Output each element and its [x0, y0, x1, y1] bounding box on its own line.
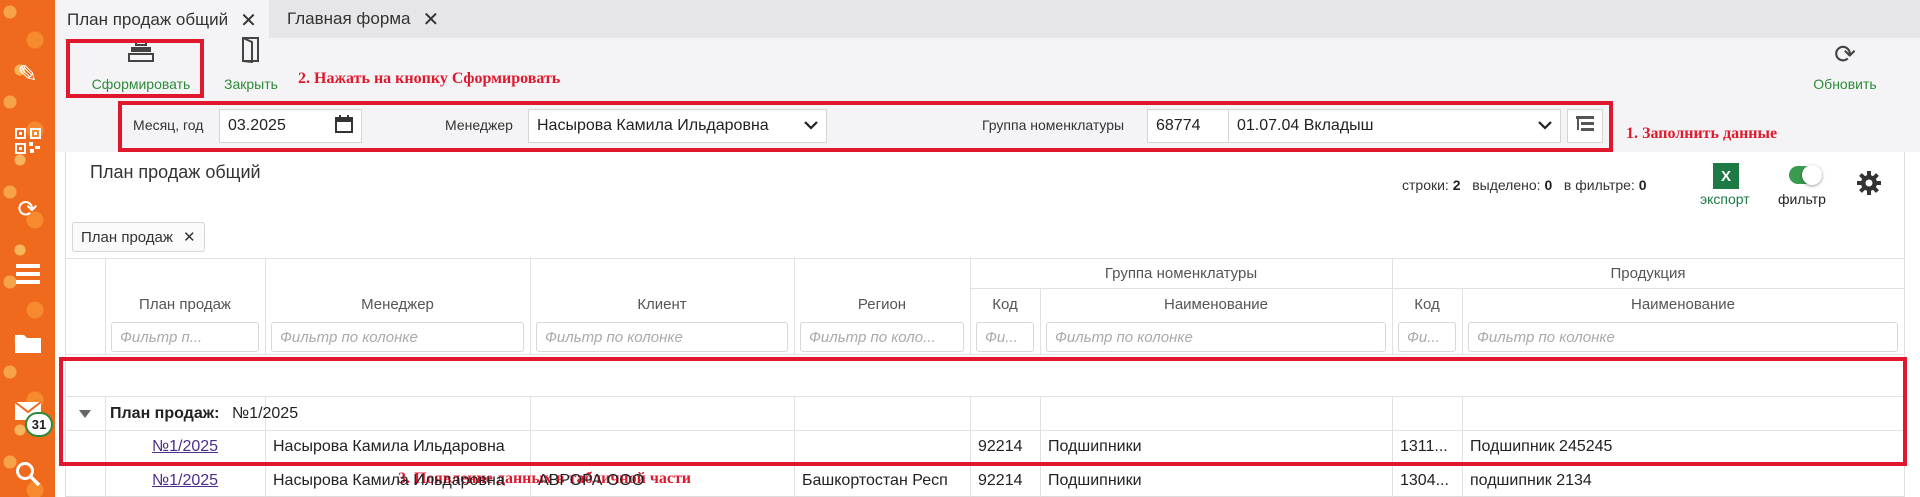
selected-label: выделено: — [1472, 177, 1541, 193]
excel-icon[interactable]: X — [1713, 163, 1739, 189]
rows-label: строки: — [1402, 177, 1449, 193]
close-label: Закрыть — [224, 76, 278, 92]
column-header-manager[interactable]: Менеджер — [265, 296, 530, 313]
close-button[interactable]: Закрыть — [213, 36, 289, 96]
folder-icon[interactable] — [12, 327, 43, 358]
refresh-button[interactable]: ⟳ Обновить — [1800, 38, 1890, 96]
column-header-plan[interactable]: План продаж — [105, 296, 265, 313]
column-filter-input[interactable]: Фи... — [976, 322, 1034, 352]
cell-p-name: подшипник 2134 — [1470, 472, 1592, 489]
column-filter-input[interactable]: Фильтр по коло... — [800, 322, 964, 352]
filter-toggle[interactable] — [1789, 165, 1822, 185]
column-filter-input[interactable]: Фи... — [1398, 322, 1456, 352]
door-icon — [241, 36, 261, 70]
cell-g-name: Подшипники — [1048, 438, 1142, 455]
group-row-value: №1/2025 — [232, 405, 299, 422]
tab-label: План продаж общий — [67, 10, 229, 29]
annotation-step1: 1. Заполнить данные — [1626, 125, 1778, 142]
sidebar: ✎ ⟳ 31 — [0, 0, 55, 497]
panel-title: План продаж общий — [90, 162, 261, 182]
column-filter-input[interactable]: Фильтр по колонке — [1468, 322, 1898, 352]
column-header-g-code[interactable]: Код — [970, 296, 1040, 313]
annotation-box-filters — [118, 101, 1613, 152]
header-group-product: Продукция — [1610, 265, 1686, 282]
group-chip[interactable]: План продаж ✕ — [72, 222, 205, 252]
infilter-value: 0 — [1638, 177, 1647, 193]
cell-manager: Насырова Камила Ильдаровна — [273, 472, 505, 489]
cell-p-name: Подшипник 245245 — [1470, 438, 1613, 455]
infilter-label: в фильтре: — [1563, 177, 1635, 193]
cell-p-code: 1304... — [1400, 472, 1449, 489]
column-header-client[interactable]: Клиент — [530, 296, 794, 313]
tab-label: Главная форма — [287, 9, 411, 28]
chip-label: План продаж — [81, 228, 173, 246]
cell-g-code: 92214 — [978, 438, 1023, 455]
selected-value: 0 — [1544, 177, 1553, 193]
close-icon[interactable]: ✕ — [240, 8, 257, 32]
filter-label: фильтр — [1778, 191, 1826, 207]
cell-plan[interactable]: №1/2025 — [105, 438, 265, 456]
column-filter-input[interactable]: Фильтр по колонке — [1046, 322, 1386, 352]
tab-main-form[interactable]: Главная форма ✕ — [275, 0, 451, 38]
column-header-region[interactable]: Регион — [794, 296, 970, 313]
cell-g-code: 92214 — [978, 472, 1023, 489]
column-filter-input[interactable]: Фильтр по колонке — [536, 322, 788, 352]
qr-icon[interactable] — [12, 125, 43, 156]
refresh-label: Обновить — [1813, 76, 1877, 92]
mail-badge: 31 — [25, 412, 53, 437]
cell-g-name: Подшипники — [1048, 472, 1142, 489]
header-group-nomenclature: Группа номенклатуры — [1104, 265, 1258, 282]
export-label[interactable]: экспорт — [1700, 191, 1750, 207]
cell-region: Башкортостан Респ — [802, 472, 948, 489]
column-header-g-name[interactable]: Наименование — [1040, 296, 1392, 313]
search-icon[interactable] — [12, 458, 43, 489]
sync-icon[interactable]: ⟳ — [12, 193, 43, 224]
close-icon[interactable]: ✕ — [422, 7, 439, 31]
collapse-caret-icon[interactable] — [78, 406, 92, 424]
close-icon[interactable]: ✕ — [183, 228, 196, 246]
pencil-icon[interactable]: ✎ — [12, 58, 43, 89]
cell-plan[interactable]: №1/2025 — [105, 472, 265, 490]
column-filter-input[interactable]: Фильтр п... — [111, 322, 259, 352]
cell-manager: Насырова Камила Ильдаровна — [273, 438, 505, 455]
column-filter-input[interactable]: Фильтр по колонке — [271, 322, 524, 352]
annotation-box-generate — [66, 39, 204, 98]
gear-icon[interactable] — [1856, 170, 1882, 200]
column-header-p-code[interactable]: Код — [1392, 296, 1462, 313]
rows-value: 2 — [1452, 177, 1461, 193]
refresh-icon: ⟳ — [1834, 40, 1856, 70]
toolbar: Сформировать Закрыть ⟳ Обновить — [55, 36, 1920, 100]
group-row-label: План продаж: — [110, 405, 220, 422]
cell-client: АВРОРА ООО — [538, 472, 645, 489]
tab-sales-plan[interactable]: План продаж общий ✕ — [55, 0, 269, 38]
grid-stats: строки: 2 выделено: 0 в фильтре: 0 — [1402, 177, 1647, 193]
list-icon[interactable] — [12, 258, 43, 289]
tab-bar: План продаж общий ✕ Главная форма ✕ — [55, 0, 1920, 38]
annotation-step2: 2. Нажать на кнопку Сформировать — [298, 70, 561, 87]
column-header-p-name[interactable]: Наименование — [1462, 296, 1904, 313]
cell-p-code: 1311... — [1400, 438, 1448, 455]
